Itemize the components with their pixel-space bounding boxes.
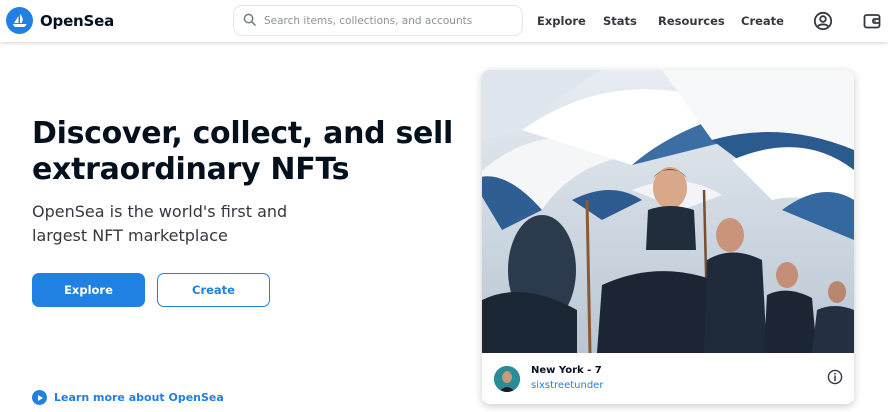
info-icon[interactable] [827, 369, 843, 385]
nav-create-link[interactable]: Create [741, 14, 784, 28]
featured-nft-card[interactable]: New York - 7 sixstreetunder [482, 70, 854, 404]
explore-button[interactable]: Explore [32, 273, 145, 307]
featured-nft-image [482, 70, 854, 353]
hero-subline: OpenSea is the world's first and largest… [32, 202, 288, 245]
nav-stats-link[interactable]: Stats [603, 14, 637, 28]
hero-headline: Discover, collect, and sell extraordinar… [32, 116, 454, 187]
wallet-icon[interactable] [861, 10, 883, 32]
search-bar[interactable] [233, 5, 523, 36]
account-circle-icon[interactable] [812, 10, 834, 32]
search-input[interactable] [264, 14, 504, 27]
learn-more-text: Learn more about OpenSea [54, 391, 224, 404]
brand-name: OpenSea [40, 11, 115, 30]
search-icon [243, 11, 256, 30]
top-navbar: OpenSea Explore Stats Resources Create [0, 0, 888, 42]
creator-avatar[interactable] [494, 366, 520, 392]
learn-more-link[interactable]: Learn more about OpenSea [32, 390, 224, 405]
play-circle-icon [32, 390, 47, 405]
nav-resources-link[interactable]: Resources [658, 14, 725, 28]
featured-nft-title[interactable]: New York - 7 [531, 365, 602, 376]
featured-nft-creator[interactable]: sixstreetunder [531, 380, 603, 391]
nav-explore-link[interactable]: Explore [537, 14, 586, 28]
brand-logo-link[interactable]: OpenSea [6, 7, 114, 34]
create-button[interactable]: Create [157, 273, 270, 307]
featured-nft-footer: New York - 7 sixstreetunder [482, 353, 854, 404]
opensea-logo-icon [6, 7, 33, 34]
